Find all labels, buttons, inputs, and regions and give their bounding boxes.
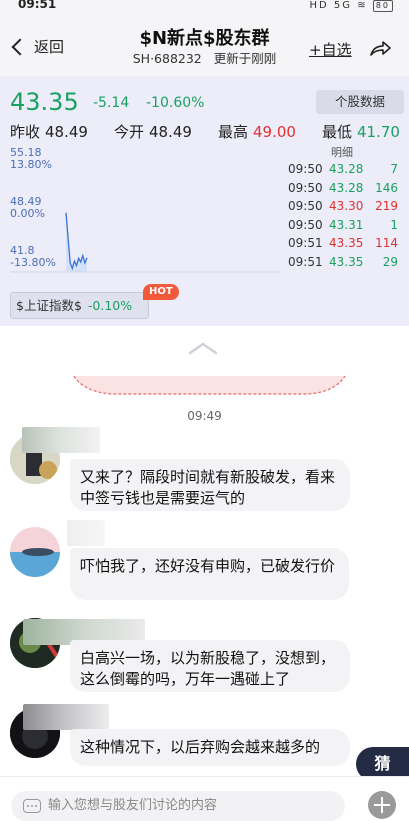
- y-top-pct: 13.80%: [10, 158, 52, 171]
- tick-time: 09:50: [288, 162, 323, 176]
- update-text: 更新于刚刚: [213, 51, 277, 66]
- y-mid-pct: 0.00%: [10, 207, 45, 220]
- chat-bubble-icon: [23, 799, 41, 813]
- user-name: [22, 427, 100, 453]
- tick-row: 09:50 43.28 146: [286, 181, 404, 200]
- chat-message: 白高兴一场，以为新股稳了，没想到，这么倒霉的吗，万年一遇碰上了: [70, 640, 350, 692]
- quote-panel: 43.35 -5.14 -10.60% 个股数据 昨收 48.49 今开 48.49…: [0, 76, 409, 326]
- add-watchlist-button[interactable]: +自选: [309, 39, 352, 60]
- plus-icon[interactable]: [368, 791, 396, 819]
- hot-badge: HOT: [143, 284, 179, 300]
- user-name: [23, 704, 109, 730]
- index-value: -0.10%: [87, 298, 133, 313]
- tick-volume: 219: [375, 199, 398, 213]
- tick-row: 09:51 43.35 29: [286, 255, 404, 274]
- tick-volume: 114: [375, 236, 398, 250]
- tick-row: 09:50 43.28 7: [286, 162, 404, 181]
- input-bar: 输入您想与股友们讨论的内容: [0, 776, 409, 821]
- tick-price: 43.35: [329, 254, 364, 269]
- wifi-icon: ≋: [357, 0, 368, 11]
- status-bar: 09:51 HD 5G ≋ 80: [0, 0, 409, 14]
- status-icons: HD 5G ≋ 80: [310, 0, 393, 12]
- chat-message: 这种情况下，以后弃购会越来越多的: [70, 729, 350, 766]
- network-icon: HD 5G: [309, 0, 353, 11]
- tick-time: 09:50: [288, 199, 323, 213]
- nav-bar: 返回 $N新点$股东群 SH·688232 更新于刚刚 +自选: [0, 14, 409, 76]
- status-time: 09:51: [18, 0, 57, 11]
- avatar[interactable]: [10, 527, 60, 577]
- tick-list: 09:50 43.28 7 09:50 43.28 146 09:50 43.30 219 09:…: [286, 162, 404, 273]
- y-bottom-pct: -13.80%: [10, 256, 56, 269]
- tick-volume: 7: [390, 162, 398, 176]
- tick-volume: 1: [390, 217, 398, 232]
- tick-price: 43.28: [329, 180, 364, 195]
- message-input-placeholder: 输入您想与股友们讨论的内容: [48, 798, 218, 813]
- message-input[interactable]: 输入您想与股友们讨论的内容: [11, 791, 345, 821]
- battery-icon: 80: [372, 0, 393, 12]
- tick-time: 09:50: [288, 180, 323, 195]
- index-name: $上证指数$: [16, 298, 82, 313]
- tick-time: 09:51: [288, 236, 323, 250]
- share-icon[interactable]: [369, 39, 391, 57]
- tick-time: 09:51: [288, 254, 323, 269]
- user-name: [67, 520, 105, 546]
- tick-volume: 29: [382, 254, 398, 269]
- tick-price: 43.30: [329, 199, 364, 213]
- chart-area: [66, 212, 87, 272]
- tick-price: 43.28: [329, 162, 364, 176]
- tick-time: 09:50: [288, 217, 323, 232]
- stock-code: SH·688232: [132, 51, 202, 66]
- tick-row: 09:50 43.30 219: [286, 199, 404, 218]
- chevron-up-icon[interactable]: [188, 340, 218, 356]
- tick-row: 09:51 43.35 114: [286, 236, 404, 255]
- chat-message: 吓怕我了，还好没有申购，已破发行价: [70, 548, 349, 600]
- tick-row: 09:50 43.31 1: [286, 218, 404, 237]
- tick-price: 43.31: [329, 217, 364, 232]
- ticks-title: 明细: [331, 146, 353, 159]
- chat-area[interactable]: 09:49 又来了？隔段时间就有新股破发，看来中签亏钱也是需要运气的 吓怕我了，…: [0, 326, 409, 776]
- chat-message: 又来了？隔段时间就有新股破发，看来中签亏钱也是需要运气的: [70, 459, 350, 511]
- index-tag[interactable]: $上证指数$ -0.10%: [10, 292, 149, 319]
- tick-price: 43.35: [329, 236, 364, 250]
- tick-volume: 146: [375, 180, 398, 195]
- pull-indicator: [73, 375, 346, 395]
- chat-timestamp: 09:49: [187, 409, 222, 423]
